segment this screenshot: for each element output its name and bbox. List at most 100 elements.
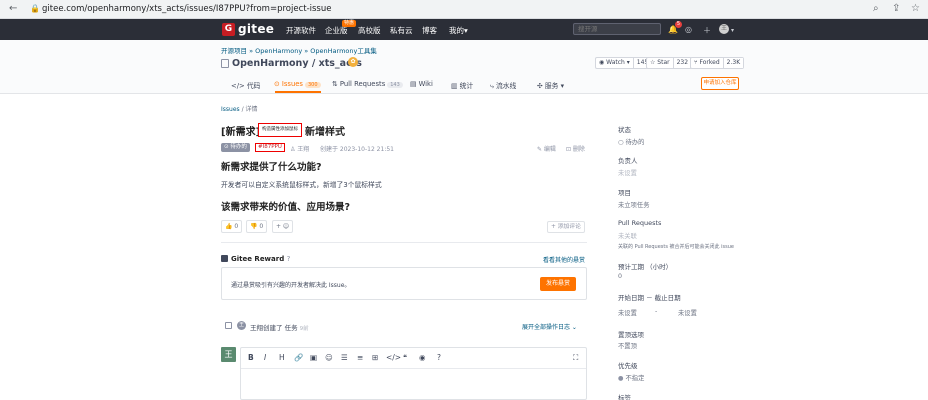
estimate-value[interactable]: 0 xyxy=(618,273,622,280)
delete-button[interactable]: ⊡ 删除 xyxy=(566,144,585,153)
gitee-logo-text[interactable]: gitee xyxy=(238,22,274,36)
address-bar[interactable]: gitee.com/openharmony/xts_acts/issues/I8… xyxy=(42,4,331,14)
tab-services[interactable]: ✣ 服务 ▾ xyxy=(537,80,564,90)
bookmark-star-icon[interactable]: ☆ xyxy=(911,4,920,14)
tab-issues[interactable]: ⊙ Issues 300 xyxy=(274,80,321,88)
start-date-value[interactable]: 未设置 xyxy=(618,308,637,317)
radio-circle-icon: ○ xyxy=(618,139,626,146)
help-icon[interactable]: ? xyxy=(287,255,291,263)
end-date-value[interactable]: 未设置 xyxy=(678,308,697,317)
edit-button[interactable]: ✎ 编辑 xyxy=(537,144,556,153)
recommend-badge-icon: ✿ xyxy=(348,57,358,67)
add-reaction-button[interactable]: + ☺ xyxy=(272,220,294,233)
tags-label: 标签 xyxy=(618,394,631,400)
expand-log-link[interactable]: 展开全部操作日志 ⌄ xyxy=(522,322,577,331)
issue-author[interactable]: ♙ 王翔 xyxy=(290,144,309,153)
tab-code[interactable]: </> 代码 xyxy=(231,80,260,90)
fullscreen-icon[interactable]: ⛶ xyxy=(573,353,578,363)
repo-title[interactable]: OpenHarmony / xts_acts xyxy=(232,58,362,69)
unordered-list-icon[interactable]: ☰ xyxy=(341,353,348,362)
project-value[interactable]: 未立项任务 xyxy=(618,200,649,209)
tab-services-label: ✣ 服务 ▾ xyxy=(537,82,565,90)
priority-dot-icon: ● xyxy=(618,375,626,382)
emoji-icon[interactable]: ☺ xyxy=(325,353,333,362)
date-separator: - xyxy=(655,308,658,315)
heading-icon[interactable]: H xyxy=(279,353,285,362)
timeline-time: 9前 xyxy=(299,326,309,332)
link-icon[interactable]: 🔗 xyxy=(294,353,303,362)
publish-reward-button[interactable]: 发布悬赏 xyxy=(540,277,576,291)
priority-label: 优先级 xyxy=(618,362,638,370)
image-icon[interactable]: ▣ xyxy=(310,353,317,362)
notification-count: 5 xyxy=(675,21,682,28)
quote-icon[interactable]: ❝ xyxy=(403,353,407,362)
star-count: 232 xyxy=(672,58,692,68)
nav-private-cloud[interactable]: 私有云 xyxy=(390,25,413,36)
status-value[interactable]: ○ 待办的 xyxy=(618,137,644,146)
breadcrumb-current: / 详情 xyxy=(239,106,258,113)
tab-pipeline[interactable]: ⤷ 流水线 xyxy=(490,80,516,91)
add-comment-button[interactable]: + 添加评论 xyxy=(547,221,585,233)
chevron-down-icon[interactable]: ▾ xyxy=(731,27,734,34)
avatar[interactable]: 王 xyxy=(237,321,246,330)
breadcrumb-issues-link[interactable]: Issues xyxy=(221,106,240,113)
fork-label: ⑂ Forked xyxy=(694,59,720,66)
avatar[interactable]: 王 xyxy=(719,24,729,34)
zoom-icon[interactable]: ⌕ xyxy=(873,4,879,14)
back-arrow-icon[interactable]: ← xyxy=(9,4,17,14)
breadcrumb[interactable]: 开源项目 » OpenHarmony » OpenHarmony工具集 xyxy=(221,45,377,55)
priority-value[interactable]: ● 不指定 xyxy=(618,373,644,382)
reward-title-text: Gitee Reward xyxy=(231,255,285,263)
bold-icon[interactable]: B xyxy=(248,353,254,362)
tab-pr-count: 143 xyxy=(387,82,403,88)
join-repo-button[interactable]: 申请加入仓库 xyxy=(701,77,739,90)
nav-blog[interactable]: 博客 xyxy=(422,25,437,36)
italic-icon[interactable]: I xyxy=(264,353,266,362)
ordered-list-icon[interactable]: ≡ xyxy=(357,353,363,362)
issue-created-time: 创建于 2023-10-12 21:51 xyxy=(320,146,394,153)
table-icon[interactable]: ⊞ xyxy=(372,353,378,362)
nav-badge: 特惠 xyxy=(342,20,357,27)
nav-mine[interactable]: 我的▾ xyxy=(449,25,468,36)
help-icon[interactable]: ? xyxy=(437,353,441,362)
gitee-logo-icon[interactable]: G xyxy=(222,23,235,36)
star-button[interactable]: ☆ Star 232 xyxy=(646,57,693,69)
reward-title: Gitee Reward ? xyxy=(231,255,290,263)
pin-label: 置顶选项 xyxy=(618,331,644,339)
timeline-icon xyxy=(225,322,232,329)
nav-mine-label: 我的 xyxy=(449,26,464,35)
location-pin-icon[interactable]: ◎ xyxy=(685,25,692,34)
search-input[interactable] xyxy=(573,23,661,35)
editor-toolbar xyxy=(241,348,586,369)
star-label: ☆ Star xyxy=(650,59,670,66)
reward-text: 通过悬赏吸引有兴趣的开发者解决此 Issue。 xyxy=(231,282,351,289)
tab-wiki-label: ▤ Wiki xyxy=(410,80,433,88)
tab-code-label: </> 代码 xyxy=(231,82,261,90)
avatar[interactable]: 王 xyxy=(221,347,236,362)
share-icon[interactable]: ⇪ xyxy=(892,4,900,14)
divider xyxy=(221,242,587,243)
assignee-value[interactable]: 未设置 xyxy=(618,168,637,177)
tab-wiki[interactable]: ▤ Wiki xyxy=(410,80,433,88)
tab-stats[interactable]: ▥ 统计 xyxy=(451,80,473,90)
code-icon[interactable]: </> xyxy=(386,353,401,362)
timeline-entry: 王翔创建了 任务 9前 xyxy=(250,322,309,332)
nav-education[interactable]: 高校版 xyxy=(358,25,381,36)
heading-value: 该需求带来的价值、应用场景? xyxy=(221,202,351,213)
thumbs-up-button[interactable]: 👍 0 xyxy=(221,220,243,233)
other-rewards-link[interactable]: 看看其他的悬赏 xyxy=(543,255,585,264)
plus-icon[interactable]: ＋ xyxy=(703,25,711,36)
watch-button[interactable]: ◉ Watch ▾ 145 xyxy=(595,57,653,69)
pin-value[interactable]: 不置顶 xyxy=(618,341,637,350)
fork-button[interactable]: ⑂ Forked 2.3K xyxy=(690,57,745,69)
issue-title-suffix: 新增样式 xyxy=(305,127,345,138)
estimate-label: 预计工期 （小时） xyxy=(618,263,673,271)
issue-id-badge[interactable]: #I87PPU xyxy=(255,143,285,152)
thumbs-down-button[interactable]: 👎 0 xyxy=(246,220,268,233)
nav-open-source[interactable]: 开源软件 xyxy=(286,25,316,36)
tab-pull-requests[interactable]: ⇅ Pull Requests 143 xyxy=(332,80,403,88)
pr-value[interactable]: 未关联 xyxy=(618,231,637,240)
preview-icon[interactable]: ◉ xyxy=(419,353,426,362)
lock-icon[interactable]: 🔒 xyxy=(30,4,40,14)
status-label: 状态 xyxy=(618,126,631,134)
